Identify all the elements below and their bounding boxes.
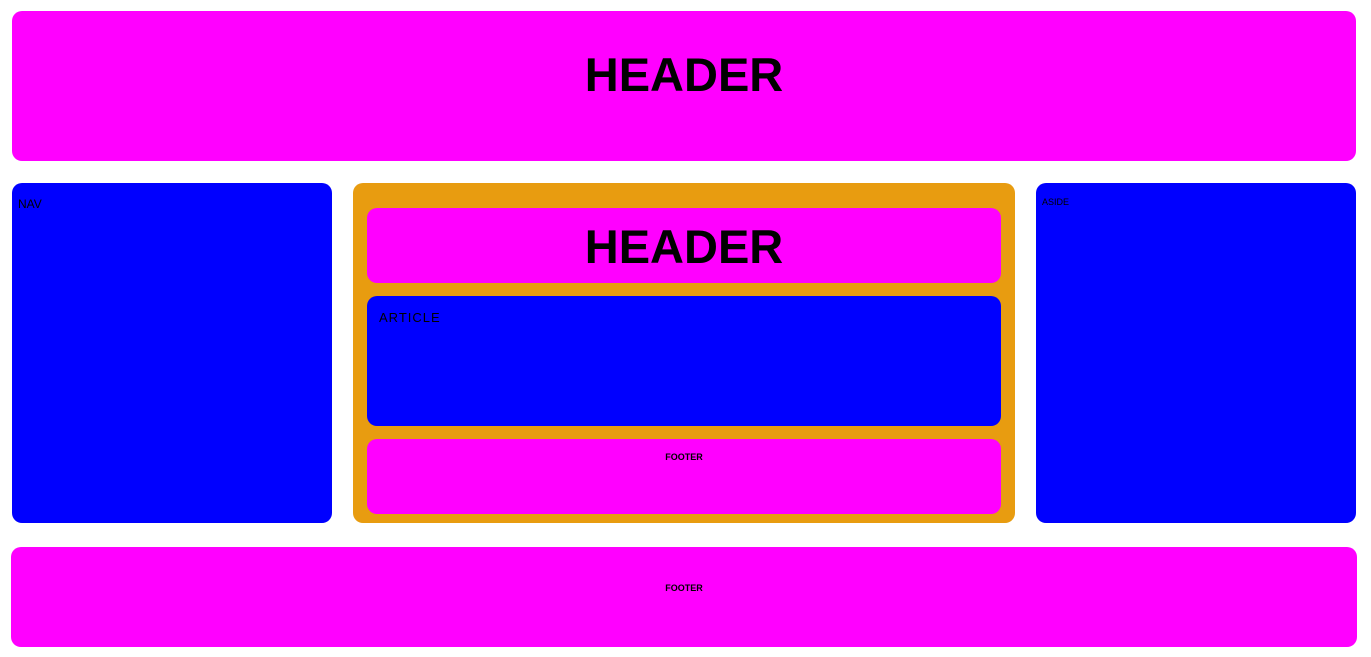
aside-label: ASIDE <box>1042 197 1070 207</box>
page-footer-label: FOOTER <box>665 583 703 593</box>
nav-label: NAV <box>18 197 42 211</box>
main-footer-label: FOOTER <box>665 452 703 462</box>
page: HEADER NAV HEADER ARTICLE FOOTER ASIDE F… <box>0 0 1371 657</box>
aside-panel: ASIDE <box>1036 183 1356 523</box>
nav-panel: NAV <box>12 183 332 523</box>
article-panel: ARTICLE <box>367 296 1001 426</box>
page-footer: FOOTER <box>11 547 1357 647</box>
page-header: HEADER <box>12 11 1356 161</box>
article-label: ARTICLE <box>379 310 441 325</box>
main-header: HEADER <box>367 208 1001 283</box>
main-footer: FOOTER <box>367 439 1001 514</box>
main-header-title: HEADER <box>584 220 784 273</box>
main-section: HEADER ARTICLE FOOTER <box>353 183 1015 523</box>
page-header-title: HEADER <box>584 48 784 101</box>
